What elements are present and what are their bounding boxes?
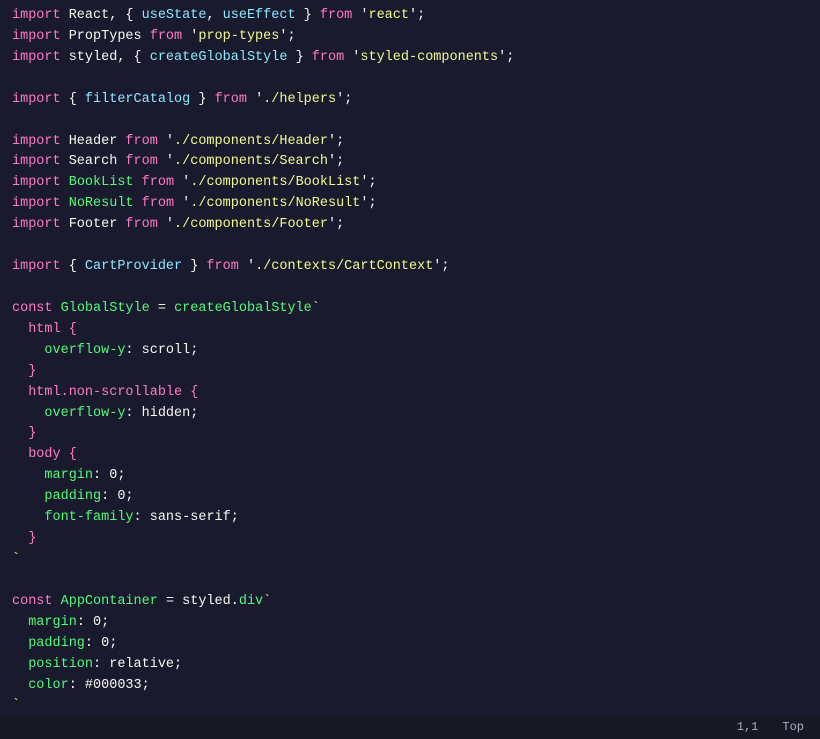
code-editor: import React, { useState, useEffect } fr… bbox=[0, 0, 820, 739]
code-line: padding: 0; bbox=[8, 487, 820, 508]
code-line: import BookList from './components/BookL… bbox=[8, 173, 820, 194]
code-line: overflow-y: hidden; bbox=[8, 404, 820, 425]
code-line: position: relative; bbox=[8, 655, 820, 676]
code-line: } bbox=[8, 529, 820, 550]
code-line bbox=[8, 278, 820, 299]
code-line: overflow-y: scroll; bbox=[8, 341, 820, 362]
code-line: margin: 0; bbox=[8, 613, 820, 634]
code-line: import { CartProvider } from './contexts… bbox=[8, 257, 820, 278]
code-line: font-family: sans-serif; bbox=[8, 508, 820, 529]
code-line: import { filterCatalog } from './helpers… bbox=[8, 90, 820, 111]
cursor-position: 1,1 bbox=[737, 718, 759, 737]
code-line: import Footer from './components/Footer'… bbox=[8, 215, 820, 236]
code-line: const GlobalStyle = createGlobalStyle` bbox=[8, 299, 820, 320]
code-line bbox=[8, 111, 820, 132]
code-line: ` bbox=[8, 696, 820, 715]
code-line: } bbox=[8, 362, 820, 383]
code-line bbox=[8, 236, 820, 257]
code-line: import Header from './components/Header'… bbox=[8, 132, 820, 153]
code-line: } bbox=[8, 424, 820, 445]
status-bar: 1,1 Top bbox=[0, 715, 820, 739]
code-line bbox=[8, 69, 820, 90]
code-line: html.non-scrollable { bbox=[8, 383, 820, 404]
code-line: html { bbox=[8, 320, 820, 341]
code-line: margin: 0; bbox=[8, 466, 820, 487]
code-line: import Search from './components/Search'… bbox=[8, 152, 820, 173]
code-area[interactable]: import React, { useState, useEffect } fr… bbox=[0, 0, 820, 715]
code-line: import NoResult from './components/NoRes… bbox=[8, 194, 820, 215]
code-line: import React, { useState, useEffect } fr… bbox=[8, 6, 820, 27]
code-line: color: #000033; bbox=[8, 676, 820, 697]
scroll-position: Top bbox=[782, 718, 804, 737]
code-line bbox=[8, 571, 820, 592]
code-line: padding: 0; bbox=[8, 634, 820, 655]
code-line: body { bbox=[8, 445, 820, 466]
code-line: ` bbox=[8, 550, 820, 571]
code-line: import PropTypes from 'prop-types'; bbox=[8, 27, 820, 48]
code-line: const AppContainer = styled.div` bbox=[8, 592, 820, 613]
code-line: import styled, { createGlobalStyle } fro… bbox=[8, 48, 820, 69]
